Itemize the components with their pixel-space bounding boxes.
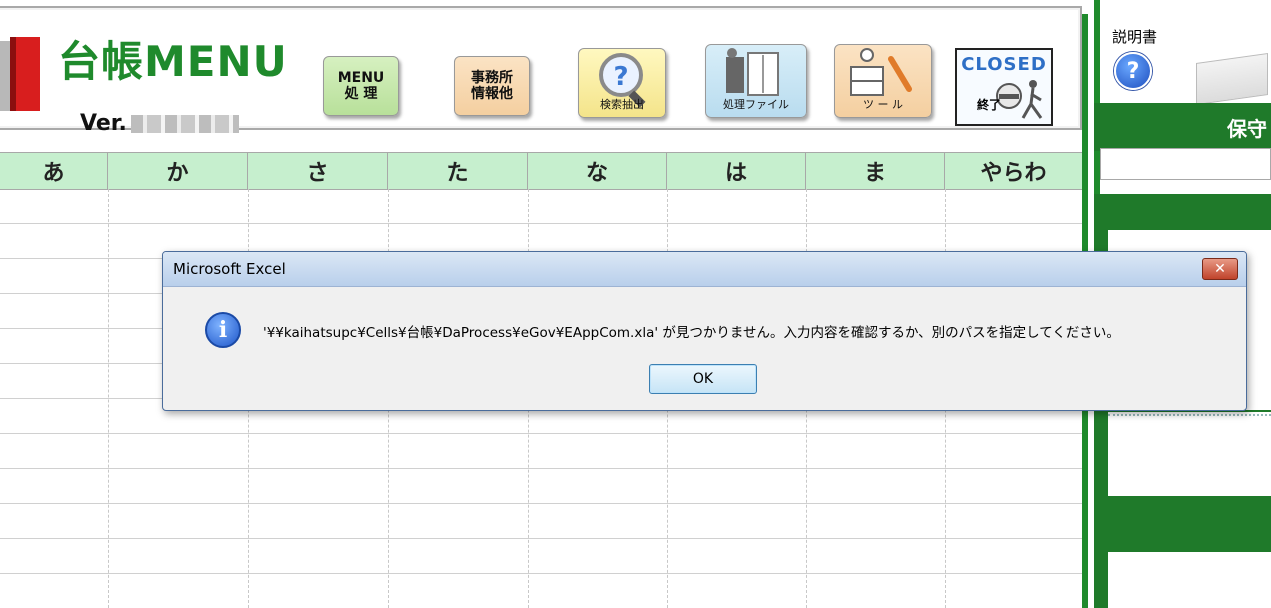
side-white-block [1108, 552, 1271, 608]
tab-ha[interactable]: は [667, 153, 806, 189]
search-extract-button[interactable]: ? 検索抽出 [578, 48, 666, 118]
info-icon: i [205, 312, 241, 348]
help-icon[interactable]: ? [1114, 52, 1152, 90]
manual-label: 説明書 [1112, 28, 1158, 46]
maintenance-header: 保守 [1094, 103, 1271, 151]
error-dialog: Microsoft Excel ✕ i '¥¥kaihatsupc¥Cells¥… [162, 251, 1247, 411]
ledger-book-icon [0, 37, 40, 111]
ok-button[interactable]: OK [649, 364, 757, 394]
toolbox-icon [850, 48, 912, 96]
tools-button[interactable]: ツ ー ル [834, 44, 932, 118]
tab-sa[interactable]: さ [248, 153, 388, 189]
version-number-redacted [130, 115, 239, 133]
app-title: 台帳MENU [58, 37, 288, 86]
menu-panel: 台帳MENU Ver. MENU 処 理 事務所 情報他 ? 検索抽出 処理ファイル… [0, 6, 1082, 136]
tab-ma[interactable]: ま [806, 153, 945, 189]
calendar-icon[interactable] [1196, 52, 1268, 106]
closed-exit-button[interactable]: CLOSED 終了 [955, 48, 1053, 126]
dotted-divider [1108, 414, 1271, 416]
kana-index-tabs: あ か さ た な は ま やらわ [0, 152, 1082, 190]
version-label: Ver. [80, 111, 239, 136]
exit-person-icon [996, 80, 1043, 119]
grid-line [108, 189, 109, 608]
office-info-button[interactable]: 事務所 情報他 [454, 56, 530, 116]
file-runner-icon [726, 48, 779, 96]
tab-ka[interactable]: か [108, 153, 248, 189]
dialog-titlebar: Microsoft Excel ✕ [163, 252, 1246, 287]
process-file-button[interactable]: 処理ファイル [705, 44, 807, 118]
menu-process-button[interactable]: MENU 処 理 [323, 56, 399, 116]
dialog-title: Microsoft Excel [173, 260, 286, 278]
side-white-block [1108, 412, 1271, 496]
close-icon[interactable]: ✕ [1202, 258, 1238, 280]
tab-yarawa[interactable]: やらわ [945, 153, 1082, 189]
tab-a[interactable]: あ [0, 153, 108, 189]
dialog-message: '¥¥kaihatsupc¥Cells¥台帳¥DaProcess¥eGov¥EA… [263, 325, 1120, 341]
side-input-field[interactable] [1100, 148, 1271, 180]
svg-text:?: ? [613, 62, 628, 92]
tab-na[interactable]: な [528, 153, 667, 189]
tab-ta[interactable]: た [388, 153, 528, 189]
